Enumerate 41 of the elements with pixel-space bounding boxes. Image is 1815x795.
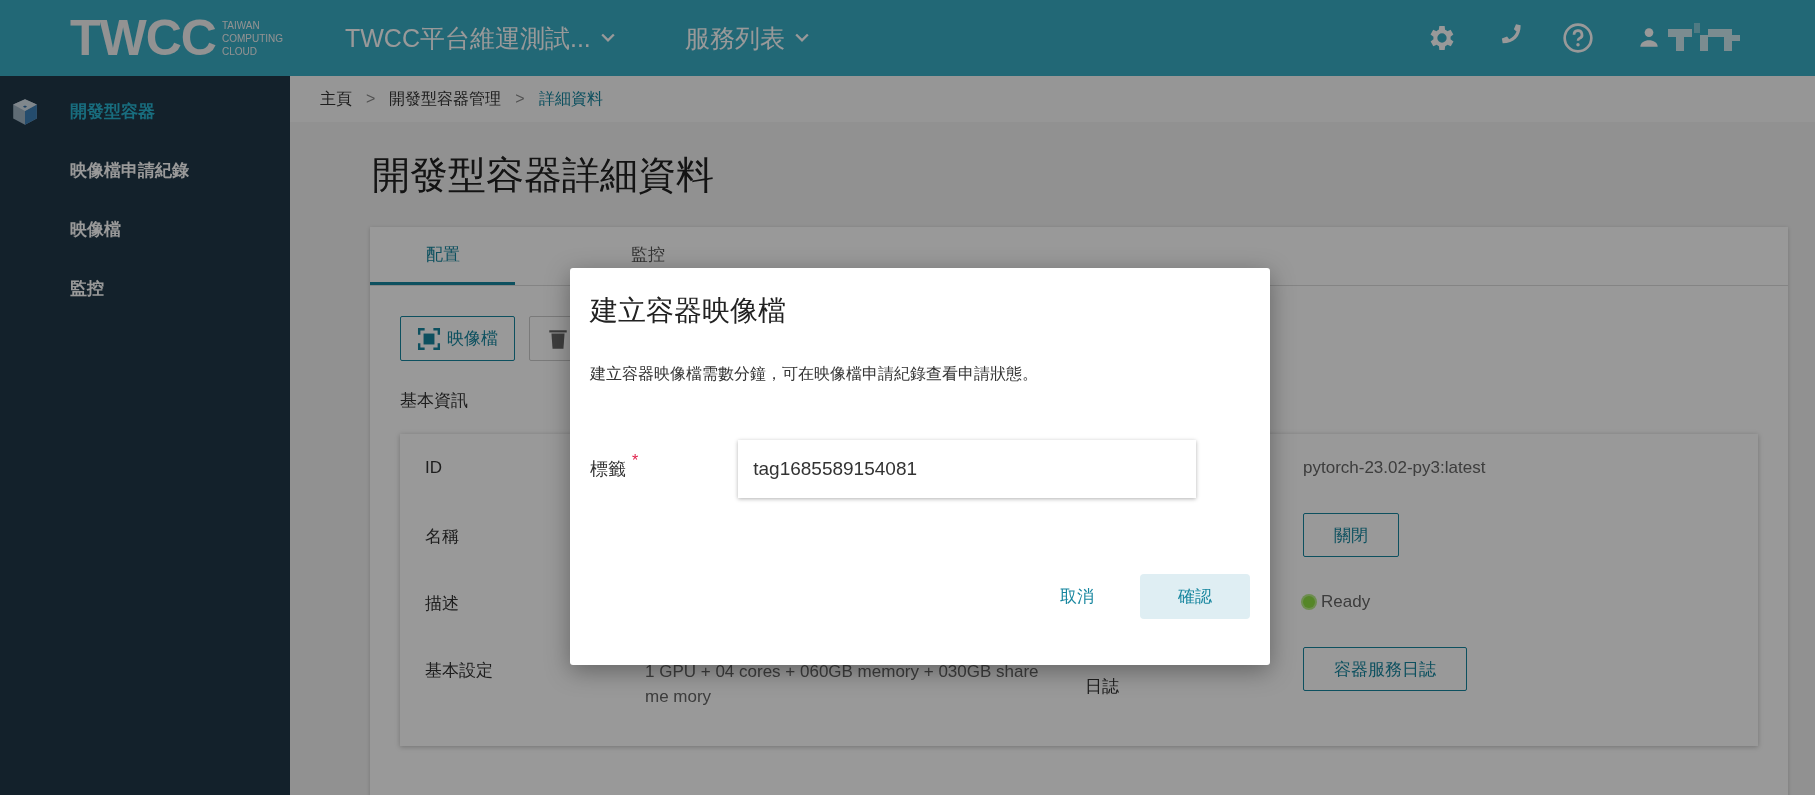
chevron-down-icon xyxy=(794,33,809,43)
field-label: 名稱 xyxy=(425,526,459,548)
outline-button[interactable]: 容器服務日誌 xyxy=(1303,647,1467,691)
sidebar-item[interactable]: 映像檔 xyxy=(0,200,290,259)
breadcrumb-link[interactable]: 詳細資料 xyxy=(538,88,603,110)
field-value: pytorch-23.02-py3:latest xyxy=(1303,458,1486,478)
dialog-message: 建立容器映像檔需數分鐘，可在映像檔申請紀錄查看申請狀態。 xyxy=(590,364,1039,384)
cancel-button[interactable]: 取消 xyxy=(1034,574,1120,619)
image-button[interactable]: 映像檔 xyxy=(400,316,515,361)
field-label: ID xyxy=(425,458,442,478)
breadcrumb-link[interactable]: 開發型容器管理 xyxy=(389,88,502,110)
breadcrumb-separator: > xyxy=(366,90,376,108)
section-title: 基本資訊 xyxy=(400,390,469,412)
dialog-title: 建立容器映像檔 xyxy=(590,294,787,328)
breadcrumb-link[interactable]: 主頁 xyxy=(320,88,352,110)
required-mark: * xyxy=(632,452,639,470)
sidebar-item[interactable]: 映像檔申請紀錄 xyxy=(0,141,290,200)
tab[interactable]: 配置 xyxy=(370,227,515,285)
tag-input-field[interactable]: tag1685589154081 xyxy=(738,440,1197,498)
status-dot xyxy=(1303,596,1315,608)
frame-icon xyxy=(417,326,441,351)
confirm-button[interactable]: 確認 xyxy=(1140,574,1250,619)
chevron-down-icon xyxy=(600,33,615,43)
breadcrumb-separator: > xyxy=(515,90,525,108)
tab[interactable]: 監控 xyxy=(575,227,720,285)
sidebar-item[interactable]: 開發型容器 xyxy=(0,82,290,141)
field-label: 日誌 xyxy=(1085,676,1119,698)
status-text: Ready xyxy=(1321,592,1371,612)
field-value: 1 GPU + 04 cores + 060GB memory + 030GB share me mory xyxy=(645,661,1040,708)
sidebar-item[interactable]: 監控 xyxy=(0,259,290,318)
field-label: 基本設定 xyxy=(425,660,493,682)
dropdown-menu[interactable]: 服務列表 xyxy=(684,21,809,55)
cube-icon xyxy=(10,96,40,127)
field-label: 標籤 xyxy=(590,458,626,481)
outline-button[interactable]: 關閉 xyxy=(1303,513,1399,557)
logo-tagline: TAIWAN COMPUTING CLOUD xyxy=(221,18,284,58)
dropdown-menu[interactable]: TWCC平台維運測試... xyxy=(345,21,615,55)
page-title: 開發型容器詳細資料 xyxy=(372,153,715,198)
field-label: 描述 xyxy=(425,593,459,615)
logo-wordmark[interactable]: TWCC xyxy=(70,9,216,67)
help-icon[interactable] xyxy=(1562,22,1594,54)
